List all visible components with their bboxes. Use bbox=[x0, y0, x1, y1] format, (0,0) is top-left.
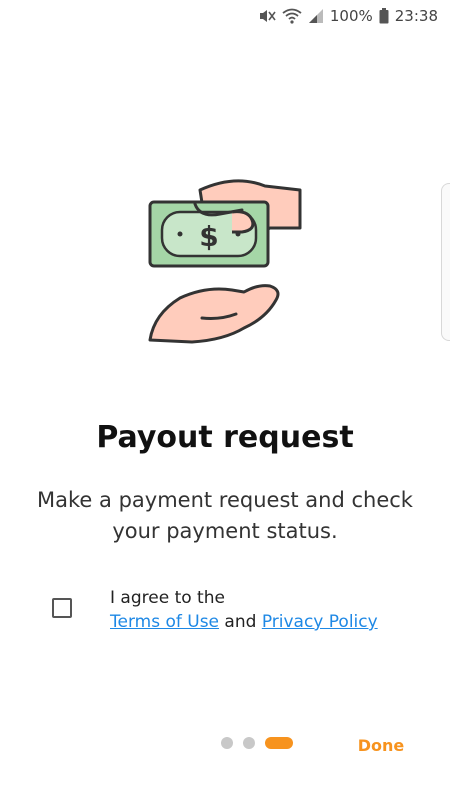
page-dot bbox=[243, 737, 255, 749]
edge-panel-handle[interactable] bbox=[441, 183, 450, 341]
done-button[interactable]: Done bbox=[346, 730, 416, 760]
page-indicator bbox=[221, 737, 293, 749]
page-subtitle: Make a payment request and check your pa… bbox=[37, 488, 413, 543]
page-dot-active bbox=[265, 737, 293, 749]
page-dot bbox=[221, 737, 233, 749]
agreement-text: I agree to the Terms of Use and Privacy … bbox=[110, 586, 378, 634]
svg-text:$: $ bbox=[199, 220, 218, 253]
wifi-icon bbox=[282, 8, 302, 24]
agreement-row: I agree to the Terms of Use and Privacy … bbox=[52, 586, 430, 636]
agreement-conjunction: and bbox=[224, 612, 257, 632]
battery-icon bbox=[379, 8, 389, 24]
agreement-prefix: I agree to the bbox=[110, 588, 225, 608]
page-title: Payout request bbox=[96, 420, 354, 455]
privacy-policy-link[interactable]: Privacy Policy bbox=[262, 612, 378, 632]
signal-icon bbox=[308, 8, 324, 24]
status-bar: 100% 23:38 bbox=[0, 0, 450, 32]
battery-percentage: 100% bbox=[329, 7, 373, 25]
mute-icon bbox=[258, 8, 276, 24]
agree-checkbox[interactable] bbox=[52, 598, 72, 618]
clock: 23:38 bbox=[394, 7, 438, 25]
money-exchange-illustration: $ bbox=[140, 168, 310, 358]
terms-of-use-link[interactable]: Terms of Use bbox=[110, 612, 219, 632]
